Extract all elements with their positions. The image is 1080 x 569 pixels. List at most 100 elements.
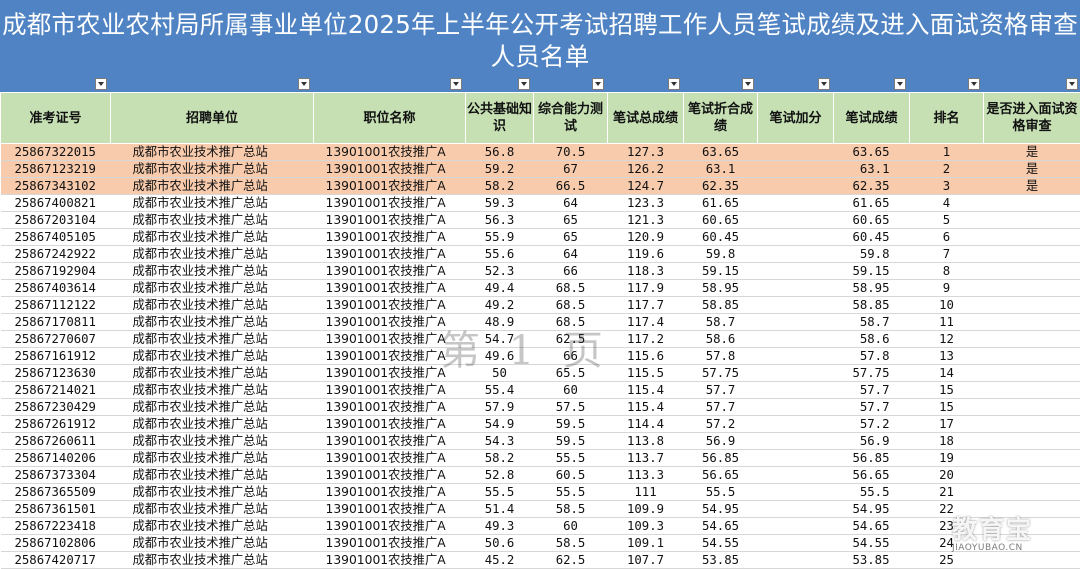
employer-cell[interactable]: 成都市农业技术推广总站 <box>111 535 314 552</box>
public-basics-cell[interactable]: 49.6 <box>466 348 534 365</box>
position-cell[interactable]: 13901001农技推广A <box>314 399 466 416</box>
interview-cell[interactable] <box>984 552 1080 569</box>
public-basics-cell[interactable]: 50.6 <box>466 535 534 552</box>
public-basics-cell[interactable]: 45.2 <box>466 552 534 569</box>
filter-dropdown-icon[interactable] <box>818 78 830 90</box>
ticket-no-cell[interactable]: 25867161912 <box>1 348 111 365</box>
employer-cell[interactable]: 成都市农业技术推广总站 <box>111 297 314 314</box>
employer-cell[interactable]: 成都市农业技术推广总站 <box>111 484 314 501</box>
rank-cell[interactable]: 17 <box>910 416 984 433</box>
employer-cell[interactable]: 成都市农业技术推广总站 <box>111 433 314 450</box>
bonus-cell[interactable] <box>758 382 834 399</box>
total-score-cell[interactable]: 119.6 <box>608 246 684 263</box>
bonus-cell[interactable] <box>758 365 834 382</box>
bonus-cell[interactable] <box>758 433 834 450</box>
converted-score-cell[interactable]: 58.6 <box>684 331 758 348</box>
bonus-cell[interactable] <box>758 501 834 518</box>
position-cell[interactable]: 13901001农技推广A <box>314 314 466 331</box>
position-cell[interactable]: 13901001农技推广A <box>314 331 466 348</box>
total-score-cell[interactable]: 115.5 <box>608 365 684 382</box>
total-score-cell[interactable]: 118.3 <box>608 263 684 280</box>
comprehensive-cell[interactable]: 68.5 <box>534 314 608 331</box>
score-cell[interactable]: 57.2 <box>834 416 910 433</box>
comprehensive-cell[interactable]: 66 <box>534 348 608 365</box>
interview-cell[interactable] <box>984 229 1080 246</box>
ticket-no-cell[interactable]: 25867140206 <box>1 450 111 467</box>
bonus-cell[interactable] <box>758 467 834 484</box>
ticket-no-cell[interactable]: 25867230429 <box>1 399 111 416</box>
total-score-cell[interactable]: 117.4 <box>608 314 684 331</box>
comprehensive-cell[interactable]: 58.5 <box>534 535 608 552</box>
public-basics-cell[interactable]: 54.9 <box>466 416 534 433</box>
ticket-no-cell[interactable]: 25867343102 <box>1 178 111 195</box>
employer-cell[interactable]: 成都市农业技术推广总站 <box>111 195 314 212</box>
rank-cell[interactable]: 12 <box>910 331 984 348</box>
total-score-cell[interactable]: 117.2 <box>608 331 684 348</box>
converted-score-cell[interactable]: 61.65 <box>684 195 758 212</box>
public-basics-cell[interactable]: 56.3 <box>466 212 534 229</box>
public-basics-cell[interactable]: 54.7 <box>466 331 534 348</box>
score-cell[interactable]: 58.6 <box>834 331 910 348</box>
rank-cell[interactable]: 3 <box>910 178 984 195</box>
ticket-no-cell[interactable]: 25867260611 <box>1 433 111 450</box>
public-basics-cell[interactable]: 49.4 <box>466 280 534 297</box>
converted-score-cell[interactable]: 53.85 <box>684 552 758 569</box>
public-basics-cell[interactable]: 49.2 <box>466 297 534 314</box>
score-cell[interactable]: 58.85 <box>834 297 910 314</box>
score-cell[interactable]: 60.45 <box>834 229 910 246</box>
bonus-cell[interactable] <box>758 161 834 178</box>
public-basics-cell[interactable]: 59.3 <box>466 195 534 212</box>
rank-cell[interactable]: 22 <box>910 501 984 518</box>
total-score-cell[interactable]: 114.4 <box>608 416 684 433</box>
score-cell[interactable]: 56.85 <box>834 450 910 467</box>
comprehensive-cell[interactable]: 59.5 <box>534 416 608 433</box>
ticket-no-cell[interactable]: 25867400821 <box>1 195 111 212</box>
bonus-cell[interactable] <box>758 552 834 569</box>
bonus-cell[interactable] <box>758 348 834 365</box>
score-cell[interactable]: 59.8 <box>834 246 910 263</box>
bonus-cell[interactable] <box>758 416 834 433</box>
ticket-no-cell[interactable]: 25867192904 <box>1 263 111 280</box>
public-basics-cell[interactable]: 55.9 <box>466 229 534 246</box>
filter-dropdown-icon[interactable] <box>298 78 310 90</box>
rank-cell[interactable]: 1 <box>910 144 984 161</box>
comprehensive-cell[interactable]: 66.5 <box>534 178 608 195</box>
rank-cell[interactable]: 11 <box>910 314 984 331</box>
employer-cell[interactable]: 成都市农业技术推广总站 <box>111 263 314 280</box>
position-cell[interactable]: 13901001农技推广A <box>314 229 466 246</box>
bonus-cell[interactable] <box>758 263 834 280</box>
bonus-cell[interactable] <box>758 450 834 467</box>
score-cell[interactable]: 56.9 <box>834 433 910 450</box>
position-cell[interactable]: 13901001农技推广A <box>314 484 466 501</box>
score-cell[interactable]: 55.5 <box>834 484 910 501</box>
filter-dropdown-icon[interactable] <box>894 78 906 90</box>
employer-cell[interactable]: 成都市农业技术推广总站 <box>111 450 314 467</box>
converted-score-cell[interactable]: 62.35 <box>684 178 758 195</box>
bonus-cell[interactable] <box>758 144 834 161</box>
score-cell[interactable]: 57.75 <box>834 365 910 382</box>
ticket-no-cell[interactable]: 25867223418 <box>1 518 111 535</box>
comprehensive-cell[interactable]: 65 <box>534 229 608 246</box>
filter-dropdown-icon[interactable] <box>592 78 604 90</box>
total-score-cell[interactable]: 109.1 <box>608 535 684 552</box>
comprehensive-cell[interactable]: 66 <box>534 263 608 280</box>
interview-cell[interactable]: 是 <box>984 144 1080 161</box>
public-basics-cell[interactable]: 56.8 <box>466 144 534 161</box>
total-score-cell[interactable]: 107.7 <box>608 552 684 569</box>
public-basics-cell[interactable]: 55.5 <box>466 484 534 501</box>
interview-cell[interactable] <box>984 195 1080 212</box>
comprehensive-cell[interactable]: 60 <box>534 382 608 399</box>
rank-cell[interactable]: 14 <box>910 365 984 382</box>
col-header-total[interactable]: 笔试总成绩 <box>608 93 684 144</box>
comprehensive-cell[interactable]: 62.5 <box>534 331 608 348</box>
total-score-cell[interactable]: 113.8 <box>608 433 684 450</box>
ticket-no-cell[interactable]: 25867322015 <box>1 144 111 161</box>
interview-cell[interactable] <box>984 467 1080 484</box>
comprehensive-cell[interactable]: 67 <box>534 161 608 178</box>
position-cell[interactable]: 13901001农技推广A <box>314 280 466 297</box>
converted-score-cell[interactable]: 59.15 <box>684 263 758 280</box>
total-score-cell[interactable]: 113.7 <box>608 450 684 467</box>
position-cell[interactable]: 13901001农技推广A <box>314 348 466 365</box>
employer-cell[interactable]: 成都市农业技术推广总站 <box>111 212 314 229</box>
total-score-cell[interactable]: 109.9 <box>608 501 684 518</box>
